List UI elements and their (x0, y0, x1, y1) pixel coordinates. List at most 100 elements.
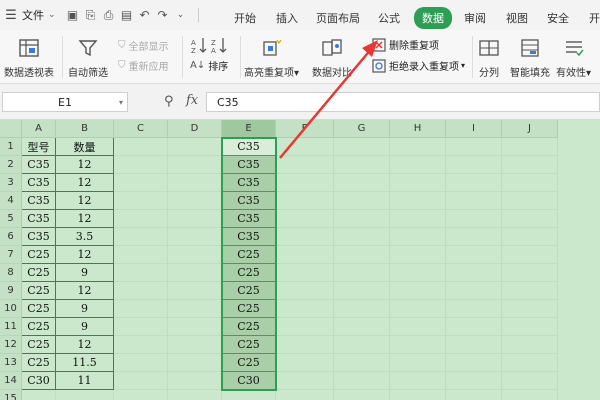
cell-g15[interactable] (334, 390, 390, 400)
cell-d12[interactable] (168, 336, 222, 354)
cell-j15[interactable] (502, 390, 558, 400)
cell-f15[interactable] (276, 390, 334, 400)
column-header-j[interactable]: J (502, 120, 558, 138)
cell-d13[interactable] (168, 354, 222, 372)
cell-a3[interactable]: C35 (22, 174, 56, 192)
cell-a9[interactable]: C25 (22, 282, 56, 300)
remove-duplicates-button[interactable]: 删除重复项 (372, 37, 439, 52)
sort-button[interactable]: A↓ 排序 (190, 58, 228, 73)
cell-i11[interactable] (446, 318, 502, 336)
cell-i10[interactable] (446, 300, 502, 318)
cell-f3[interactable] (276, 174, 334, 192)
cell-i7[interactable] (446, 246, 502, 264)
cell-h10[interactable] (390, 300, 446, 318)
cell-g4[interactable] (334, 192, 390, 210)
validity-button[interactable]: 有效性▾ (556, 36, 591, 79)
show-all-button[interactable]: ⛉ 全部显示 (118, 38, 169, 53)
cell-c1[interactable] (114, 138, 168, 156)
cell-h3[interactable] (390, 174, 446, 192)
cell-i14[interactable] (446, 372, 502, 390)
cell-h4[interactable] (390, 192, 446, 210)
cell-b8[interactable]: 9 (56, 264, 114, 282)
cell-a4[interactable]: C35 (22, 192, 56, 210)
cell-j13[interactable] (502, 354, 558, 372)
cell-f8[interactable] (276, 264, 334, 282)
cell-d10[interactable] (168, 300, 222, 318)
cell-c4[interactable] (114, 192, 168, 210)
cell-f9[interactable] (276, 282, 334, 300)
cell-j1[interactable] (502, 138, 558, 156)
cell-j12[interactable] (502, 336, 558, 354)
cell-f1[interactable] (276, 138, 334, 156)
cell-b2[interactable]: 12 (56, 156, 114, 174)
cell-i9[interactable] (446, 282, 502, 300)
formula-input[interactable]: C35 (206, 92, 600, 112)
row-header-6[interactable]: 6 (0, 228, 22, 246)
cell-f12[interactable] (276, 336, 334, 354)
cell-h15[interactable] (390, 390, 446, 400)
row-header-8[interactable]: 8 (0, 264, 22, 282)
cell-g12[interactable] (334, 336, 390, 354)
name-box[interactable]: E1 ▾ (2, 92, 128, 112)
cell-a8[interactable]: C25 (22, 264, 56, 282)
row-header-5[interactable]: 5 (0, 210, 22, 228)
cell-b3[interactable]: 12 (56, 174, 114, 192)
cell-j10[interactable] (502, 300, 558, 318)
row-header-2[interactable]: 2 (0, 156, 22, 174)
cell-g1[interactable] (334, 138, 390, 156)
cell-f5[interactable] (276, 210, 334, 228)
cell-e11[interactable]: C25 (222, 318, 276, 336)
cell-h6[interactable] (390, 228, 446, 246)
cell-b7[interactable]: 12 (56, 246, 114, 264)
cell-i15[interactable] (446, 390, 502, 400)
cell-e9[interactable]: C25 (222, 282, 276, 300)
row-header-1[interactable]: 1 (0, 138, 22, 156)
split-column-button[interactable]: 分列 (478, 36, 500, 79)
row-header-12[interactable]: 12 (0, 336, 22, 354)
tab-3[interactable]: 页面布局 (310, 8, 366, 28)
cell-b6[interactable]: 3.5 (56, 228, 114, 246)
highlight-duplicates-button[interactable]: 高亮重复项▾ (244, 36, 299, 79)
cell-i3[interactable] (446, 174, 502, 192)
cell-c11[interactable] (114, 318, 168, 336)
cell-c7[interactable] (114, 246, 168, 264)
cell-e5[interactable]: C35 (222, 210, 276, 228)
cell-g5[interactable] (334, 210, 390, 228)
cell-j11[interactable] (502, 318, 558, 336)
row-header-15[interactable]: 15 (0, 390, 22, 400)
cell-e12[interactable]: C25 (222, 336, 276, 354)
cell-c3[interactable] (114, 174, 168, 192)
cell-h9[interactable] (390, 282, 446, 300)
cell-b5[interactable]: 12 (56, 210, 114, 228)
tab-5[interactable]: 数据 (414, 7, 452, 29)
cell-j6[interactable] (502, 228, 558, 246)
cell-c12[interactable] (114, 336, 168, 354)
cell-c5[interactable] (114, 210, 168, 228)
cell-b4[interactable]: 12 (56, 192, 114, 210)
cell-a11[interactable]: C25 (22, 318, 56, 336)
cell-j3[interactable] (502, 174, 558, 192)
cell-d9[interactable] (168, 282, 222, 300)
cell-e3[interactable]: C35 (222, 174, 276, 192)
fx-icon[interactable]: fx (186, 93, 198, 108)
cell-a6[interactable]: C35 (22, 228, 56, 246)
cell-g2[interactable] (334, 156, 390, 174)
cell-c10[interactable] (114, 300, 168, 318)
cell-g13[interactable] (334, 354, 390, 372)
sort-ascending-button[interactable]: AZ (190, 36, 208, 54)
column-header-c[interactable]: C (114, 120, 168, 138)
cell-h11[interactable] (390, 318, 446, 336)
cell-b15[interactable] (56, 390, 114, 400)
cell-b1[interactable]: 数量 (56, 138, 114, 156)
cell-e8[interactable]: C25 (222, 264, 276, 282)
cell-f6[interactable] (276, 228, 334, 246)
cell-e1[interactable]: C35 (222, 138, 276, 156)
row-header-13[interactable]: 13 (0, 354, 22, 372)
spreadsheet-grid[interactable]: ABCDEFGHIJ 1 型号 数量 C35 2 C35 12 C35 3 C35 12 C35 4 C3… (0, 120, 600, 400)
cell-g8[interactable] (334, 264, 390, 282)
chevron-down-icon[interactable]: ▾ (119, 98, 123, 107)
cell-i4[interactable] (446, 192, 502, 210)
column-header-a[interactable]: A (22, 120, 56, 138)
column-header-d[interactable]: D (168, 120, 222, 138)
cell-a15[interactable] (22, 390, 56, 400)
